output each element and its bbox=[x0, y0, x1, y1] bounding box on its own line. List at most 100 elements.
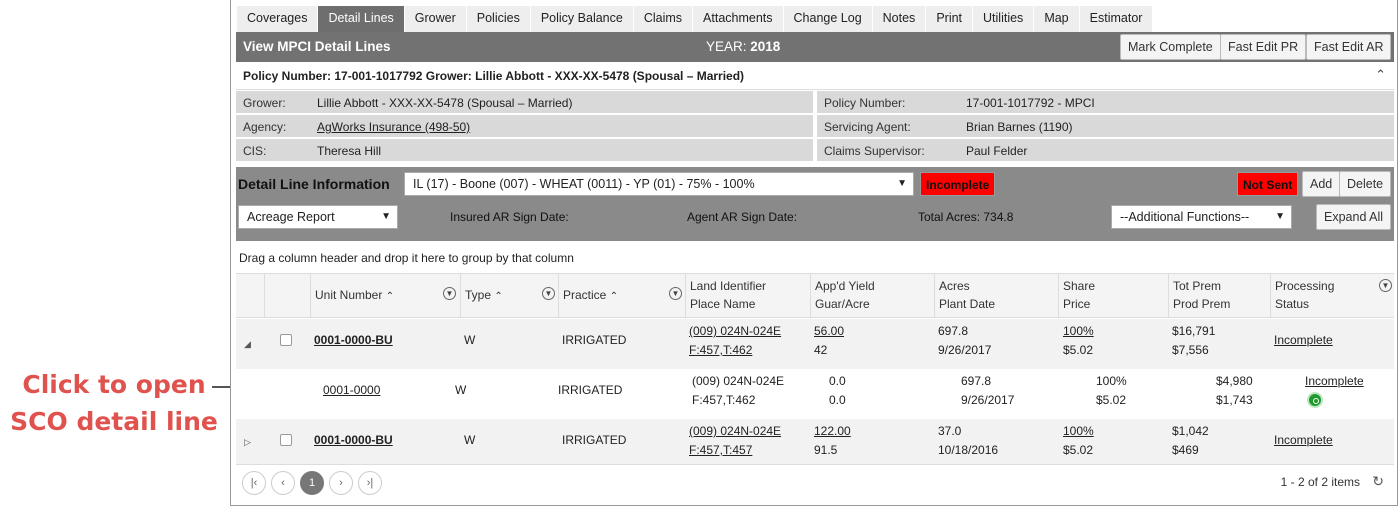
header-type-label: Type ⌃ bbox=[465, 288, 503, 302]
annotation-callout: Click to open SCO detail line bbox=[0, 366, 228, 440]
place-name-link[interactable]: F:457,T:462 bbox=[689, 343, 752, 357]
expand-all-button[interactable]: Expand All bbox=[1316, 204, 1392, 230]
tab-attachments[interactable]: Attachments bbox=[693, 6, 784, 32]
fast-edit-ar-button[interactable]: Fast Edit AR bbox=[1306, 34, 1392, 60]
header-guar-label: Guar/Acre bbox=[815, 297, 870, 311]
filter-icon[interactable]: ▼ bbox=[443, 287, 456, 300]
price-cell: $5.02 bbox=[1096, 393, 1127, 407]
header-acres[interactable]: Acres Plant Date bbox=[934, 274, 1058, 318]
servicing-agent-cell: Servicing Agent: Brian Barnes (1190) bbox=[817, 115, 1394, 138]
tab-print[interactable]: Print bbox=[926, 6, 974, 32]
prod-prem-cell: $7,556 bbox=[1172, 343, 1209, 357]
policy-number-cell: Policy Number: 17-001-1017792 - MPCI bbox=[817, 91, 1394, 114]
row-checkbox[interactable] bbox=[280, 434, 292, 446]
report-type-value: Acreage Report bbox=[247, 210, 335, 224]
collapse-row-icon[interactable]: ◢ bbox=[244, 339, 251, 350]
policy-header: Policy Number: 17-001-1017792 Grower: Li… bbox=[236, 62, 1394, 90]
pager-summary: 1 - 2 of 2 items bbox=[1280, 475, 1360, 489]
callout-line-1: Click to open bbox=[22, 370, 206, 399]
mark-complete-button[interactable]: Mark Complete bbox=[1120, 34, 1221, 60]
next-page-icon[interactable]: › bbox=[329, 471, 353, 495]
total-acres: Total Acres: 734.8 bbox=[918, 210, 1014, 224]
tab-change-log[interactable]: Change Log bbox=[783, 6, 873, 32]
detail-line-select-value: IL (17) - Boone (007) - WHEAT (0011) - Y… bbox=[413, 177, 755, 191]
guar-cell: 42 bbox=[814, 343, 828, 357]
land-identifier-cell: (009) 024N-024E bbox=[692, 374, 785, 388]
header-premium[interactable]: Tot Prem Prod Prem bbox=[1168, 274, 1270, 318]
cis-value: Theresa Hill bbox=[317, 144, 382, 158]
tab-policy-balance[interactable]: Policy Balance bbox=[530, 6, 634, 32]
tab-detail-lines[interactable]: Detail Lines bbox=[318, 6, 405, 32]
acres-cell: 697.8 bbox=[938, 324, 969, 338]
share-link[interactable]: 100% bbox=[1063, 324, 1094, 338]
header-yield[interactable]: App'd Yield Guar/Acre bbox=[810, 274, 934, 318]
tot-prem-cell: $1,042 bbox=[1172, 424, 1209, 438]
practice-cell: IRRIGATED bbox=[558, 383, 623, 397]
status-link[interactable]: Incomplete bbox=[1274, 433, 1333, 447]
header-status-label: Status bbox=[1275, 297, 1310, 311]
add-button[interactable]: Add bbox=[1302, 171, 1341, 197]
sco-unit-number-link[interactable]: 0001-0000 bbox=[323, 383, 380, 397]
tab-grower[interactable]: Grower bbox=[404, 6, 467, 32]
refresh-icon[interactable]: ↻ bbox=[1372, 473, 1384, 490]
header-tot-prem-label: Tot Prem bbox=[1173, 279, 1222, 293]
share-cell: 100% bbox=[1096, 374, 1127, 388]
tab-policies[interactable]: Policies bbox=[466, 6, 531, 32]
chevron-up-icon[interactable]: ⌃ bbox=[1375, 67, 1386, 83]
filter-icon[interactable]: ▼ bbox=[1379, 279, 1392, 292]
tab-coverages[interactable]: Coverages bbox=[237, 6, 319, 32]
header-select bbox=[264, 274, 310, 318]
fast-edit-pr-button[interactable]: Fast Edit PR bbox=[1220, 34, 1307, 60]
first-page-icon[interactable]: |‹ bbox=[242, 471, 266, 495]
unit-number-link[interactable]: 0001-0000-BU bbox=[314, 433, 393, 447]
additional-functions-select[interactable]: --Additional Functions-- ▼ bbox=[1111, 205, 1292, 229]
tab-bar: Coverages Detail Lines Grower Policies P… bbox=[237, 6, 1154, 32]
header-practice[interactable]: Practice ⌃ ▼ bbox=[558, 274, 685, 318]
header-type[interactable]: Type ⌃ ▼ bbox=[460, 274, 558, 318]
land-identifier-link[interactable]: (009) 024N-024E bbox=[689, 424, 781, 438]
header-price-label: Price bbox=[1063, 297, 1091, 311]
acres-cell: 697.8 bbox=[961, 374, 992, 388]
last-page-icon[interactable]: ›| bbox=[358, 471, 382, 495]
prev-page-icon[interactable]: ‹ bbox=[271, 471, 295, 495]
tab-utilities[interactable]: Utilities bbox=[973, 6, 1035, 32]
header-unit-number[interactable]: Unit Number ⌃ ▼ bbox=[310, 274, 460, 318]
yield-link[interactable]: 56.00 bbox=[814, 324, 844, 338]
agency-link[interactable]: AgWorks Insurance (498-50) bbox=[317, 120, 470, 134]
report-type-select[interactable]: Acreage Report ▼ bbox=[238, 205, 398, 229]
tab-estimator[interactable]: Estimator bbox=[1079, 6, 1154, 32]
detail-lines-grid: Unit Number ⌃ ▼ Type ⌃ ▼ Practice ⌃ ▼ La… bbox=[236, 273, 1394, 465]
tab-notes[interactable]: Notes bbox=[872, 6, 927, 32]
unit-number-link[interactable]: 0001-0000-BU bbox=[314, 333, 393, 347]
guar-cell: 91.5 bbox=[814, 443, 838, 457]
app-frame: Coverages Detail Lines Grower Policies P… bbox=[230, 0, 1398, 506]
filter-icon[interactable]: ▼ bbox=[542, 287, 555, 300]
grower-cell: Grower: Lillie Abbott - XXX-XX-5478 (Spo… bbox=[236, 91, 813, 114]
yield-link[interactable]: 122.00 bbox=[814, 424, 851, 438]
price-cell: $5.02 bbox=[1063, 443, 1094, 457]
header-share[interactable]: Share Price bbox=[1058, 274, 1168, 318]
header-processing[interactable]: Processing Status ▼ bbox=[1270, 274, 1394, 318]
tab-map[interactable]: Map bbox=[1034, 6, 1080, 32]
status-link[interactable]: Incomplete bbox=[1305, 374, 1364, 388]
filter-icon[interactable]: ▼ bbox=[669, 287, 682, 300]
detail-line-select[interactable]: IL (17) - Boone (007) - WHEAT (0011) - Y… bbox=[404, 172, 914, 196]
servicing-agent-value: Brian Barnes (1190) bbox=[966, 120, 1073, 134]
current-page-button[interactable]: 1 bbox=[300, 471, 324, 495]
practice-cell: IRRIGATED bbox=[562, 433, 627, 447]
delete-button[interactable]: Delete bbox=[1339, 171, 1392, 197]
title-bar: View MPCI Detail Lines YEAR: 2018 Mark C… bbox=[236, 32, 1394, 62]
table-row: ▷ 0001-0000-BU W IRRIGATED (009) 024N-02… bbox=[236, 419, 1394, 465]
grid-pager: |‹ ‹ 1 › ›| 1 - 2 of 2 items ↻ bbox=[236, 464, 1394, 496]
header-land-identifier[interactable]: Land Identifier Place Name bbox=[685, 274, 810, 318]
land-identifier-link[interactable]: (009) 024N-024E bbox=[689, 324, 781, 338]
status-link[interactable]: Incomplete bbox=[1274, 333, 1333, 347]
detail-line-label: Detail Line Information bbox=[238, 176, 390, 192]
policy-number-label: Policy Number: bbox=[824, 96, 906, 110]
row-checkbox[interactable] bbox=[280, 334, 292, 346]
dropdown-arrow-icon: ▼ bbox=[897, 178, 907, 189]
expand-row-icon[interactable]: ▷ bbox=[244, 437, 251, 448]
tab-claims[interactable]: Claims bbox=[633, 6, 694, 32]
place-name-link[interactable]: F:457,T:457 bbox=[689, 443, 752, 457]
share-link[interactable]: 100% bbox=[1063, 424, 1094, 438]
